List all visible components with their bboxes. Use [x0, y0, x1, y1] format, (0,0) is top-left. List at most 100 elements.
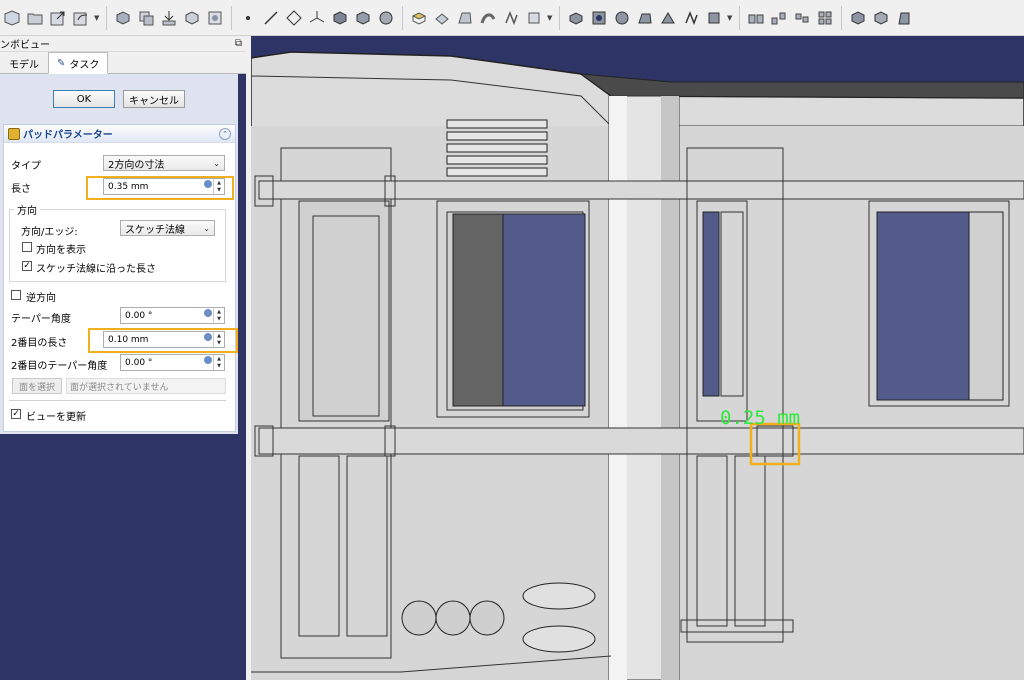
additive-primitive-icon[interactable]: [524, 8, 544, 28]
length2-highlight: [88, 328, 238, 353]
tab-task[interactable]: ✎ タスク: [48, 52, 109, 74]
pad-parameters-title: パッドパラメーター: [23, 130, 113, 141]
tab-model[interactable]: モデル: [0, 53, 48, 73]
pipe-icon[interactable]: [478, 8, 498, 28]
multi-transform-icon[interactable]: [815, 8, 835, 28]
dimension-label: 0.25 mm: [720, 407, 801, 429]
length-highlight: [86, 176, 234, 200]
spin-up-icon[interactable]: ▲: [214, 355, 224, 363]
groove-icon[interactable]: [612, 8, 632, 28]
select-face-button[interactable]: 面を選択: [12, 378, 62, 394]
main-toolbar: ▼ ▼ ▼: [0, 0, 1024, 36]
spin-down-icon[interactable]: ▼: [214, 363, 224, 371]
point-icon[interactable]: [238, 8, 258, 28]
update-view-checkbox[interactable]: ✓: [11, 409, 21, 419]
direction-edge-value: スケッチ法線: [125, 224, 185, 236]
spin-up-icon[interactable]: ▲: [214, 308, 224, 316]
update-view-label: ビューを更新: [26, 412, 86, 423]
taper2-input[interactable]: 0.00 ° ▲ ▼: [120, 354, 225, 371]
3d-viewport[interactable]: 0.25 mm: [246, 36, 1024, 680]
show-direction-checkbox[interactable]: [22, 242, 32, 252]
taper2-label: 2番目のテーパー角度: [11, 361, 108, 372]
float-panel-icon[interactable]: ⧉: [235, 38, 242, 49]
hole-icon[interactable]: [589, 8, 609, 28]
clone-icon[interactable]: [136, 8, 156, 28]
direction-group-title: 方向: [14, 202, 40, 217]
pad-icon[interactable]: [409, 8, 429, 28]
shape-icon-2[interactable]: [353, 8, 373, 28]
toolbar-separator: [739, 5, 740, 30]
subtractive-loft-icon[interactable]: [635, 8, 655, 28]
part-icon[interactable]: [2, 8, 22, 28]
polar-pattern-icon[interactable]: [792, 8, 812, 28]
draft-icon[interactable]: [894, 8, 914, 28]
pocket-icon[interactable]: [566, 8, 586, 28]
shape-binder-icon[interactable]: [182, 8, 202, 28]
lcs-icon[interactable]: [307, 8, 327, 28]
taper-value: 0.00 °: [125, 310, 153, 321]
model-view: [251, 51, 1024, 680]
toolbar-separator: [402, 5, 403, 30]
toolbar-separator: [231, 5, 232, 30]
spin-down-icon[interactable]: ▼: [214, 316, 224, 324]
linear-pattern-icon[interactable]: [769, 8, 789, 28]
type-select[interactable]: 2方向の寸法 ⌄: [103, 155, 225, 171]
import-icon[interactable]: [159, 8, 179, 28]
show-direction-label: 方向を表示: [36, 245, 86, 256]
tab-model-label: モデル: [9, 59, 39, 71]
shape-icon-3[interactable]: [376, 8, 396, 28]
chevron-down-icon: ⌄: [203, 223, 210, 233]
subtractive-primitive-icon[interactable]: [704, 8, 724, 28]
dropdown-arrow-icon[interactable]: ▼: [547, 14, 553, 22]
select-face-status: 面が選択されていません: [66, 378, 226, 394]
taper2-spinner[interactable]: ▲ ▼: [213, 355, 224, 370]
dropdown-arrow-icon[interactable]: ▼: [94, 14, 100, 22]
pad-parameters-title-bar[interactable]: パッドパラメーター ⌃: [4, 125, 235, 143]
subtractive-helix-icon[interactable]: [681, 8, 701, 28]
taper-label: テーパー角度: [11, 314, 71, 325]
ok-button[interactable]: OK: [53, 90, 115, 108]
expression-icon[interactable]: [204, 309, 212, 317]
divider: [9, 400, 226, 401]
pad-parameters-header: パッドパラメーター: [8, 126, 113, 141]
export-icon[interactable]: [48, 8, 68, 28]
revolution-icon[interactable]: [432, 8, 452, 28]
combo-view-tabs: モデル ✎ タスク: [0, 52, 246, 74]
direction-edge-select[interactable]: スケッチ法線 ⌄: [120, 220, 215, 236]
shape-icon-1[interactable]: [330, 8, 350, 28]
chamfer-icon[interactable]: [871, 8, 891, 28]
along-normal-checkbox[interactable]: ✓: [22, 261, 32, 271]
helix-icon[interactable]: [501, 8, 521, 28]
sub-shape-icon[interactable]: [205, 8, 225, 28]
reversed-label: 逆方向: [26, 293, 56, 304]
folder-icon[interactable]: [25, 8, 45, 28]
tab-task-label: タスク: [69, 59, 100, 71]
pencil-icon: ✎: [57, 57, 66, 69]
combo-view-title: ンボビュー: [0, 40, 50, 51]
body-icon[interactable]: [113, 8, 133, 28]
along-normal-label: スケッチ法線に沿った長さ: [36, 264, 156, 275]
expression-icon[interactable]: [204, 356, 212, 364]
toolbar-separator: [841, 5, 842, 30]
dropdown-arrow-icon[interactable]: ▼: [727, 14, 733, 22]
direction-edge-label: 方向/エッジ:: [21, 227, 78, 238]
length2-label: 2番目の長さ: [11, 338, 68, 349]
collapse-icon[interactable]: ⌃: [219, 127, 231, 140]
loft-icon[interactable]: [455, 8, 475, 28]
taper-input[interactable]: 0.00 ° ▲ ▼: [120, 307, 225, 324]
plane-icon[interactable]: [284, 8, 304, 28]
dialog-buttons: OK キャンセル: [0, 90, 238, 108]
fillet-icon[interactable]: [848, 8, 868, 28]
line-icon[interactable]: [261, 8, 281, 28]
reversed-checkbox[interactable]: [11, 290, 21, 300]
pad-icon: [8, 127, 20, 140]
taper2-value: 0.00 °: [125, 357, 153, 368]
toolbar-separator: [106, 5, 107, 30]
taper-spinner[interactable]: ▲ ▼: [213, 308, 224, 323]
length-label: 長さ: [11, 184, 31, 195]
cancel-button[interactable]: キャンセル: [123, 90, 185, 108]
mirrored-icon[interactable]: [746, 8, 766, 28]
subtractive-pipe-icon[interactable]: [658, 8, 678, 28]
chevron-down-icon: ⌄: [213, 158, 220, 168]
link-icon[interactable]: [71, 8, 91, 28]
